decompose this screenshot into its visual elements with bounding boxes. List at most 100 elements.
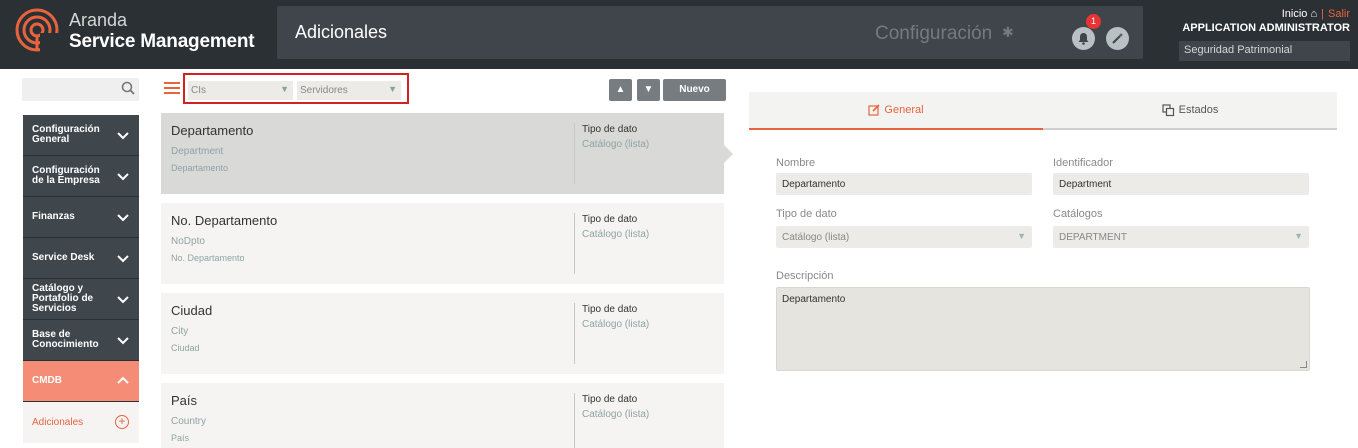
ci-category-value: Servidores [300,85,348,96]
card-name: Ciudad [171,303,213,318]
sidebar-item-service-desk[interactable]: Service Desk [23,238,139,279]
brand-product: Service Management [69,31,255,52]
sidebar-item-finanzas[interactable]: Finanzas [23,197,139,238]
user-box: Inicio ⌂ | Salir APPLICATION ADMINISTRATOR [1182,8,1350,34]
tipo-dato-value: Catálogo (lista) [782,232,850,243]
sidebar-item-cmdb[interactable]: CMDB [23,361,139,402]
card-name: Departamento [171,123,254,138]
sidebar-item-label: Finanzas [32,211,75,222]
add-circle-icon[interactable]: + [115,415,129,429]
hamburger-menu-icon[interactable] [164,82,180,94]
sidebar-item-label: CMDB [32,375,62,386]
dropdown-arrow-icon: ▼ [280,84,289,94]
field-card[interactable]: No. Departamento NoDpto No. Departamento… [161,203,724,284]
arrow-down-icon: ▼ [643,84,654,95]
tab-estados-label: Estados [1178,104,1219,116]
brand-name: Aranda [69,10,128,30]
notifications-button[interactable] [1072,27,1095,50]
move-up-button[interactable]: ▲ [609,79,632,101]
card-description: Ciudad [171,343,200,353]
sidebar-subitem-adicionales[interactable]: Adicionales + [23,402,139,443]
move-down-button[interactable]: ▼ [637,79,660,101]
bell-icon [1078,33,1089,45]
card-divider [574,123,575,184]
catalogos-label: Catálogos [1053,208,1103,220]
sidebar-item-label: Configuración General [32,124,100,145]
card-type-value: Catálogo (lista) [582,409,650,420]
aranda-logo-icon [15,8,60,53]
filter-highlight-box: CIs ▼ Servidores ▼ [183,73,409,104]
card-type-value: Catálogo (lista) [582,319,650,330]
chevron-down-icon [117,214,129,222]
sidebar-subitem-label: Adicionales [32,417,84,428]
ci-type-value: CIs [191,85,206,96]
card-type-value: Catálogo (lista) [582,229,650,240]
chevron-down-icon [117,296,129,304]
sidebar-item-configuracion-empresa[interactable]: Configuración de la Empresa [23,156,139,197]
card-english-name: NoDpto [171,236,205,247]
tools-button[interactable] [1106,27,1129,50]
tipo-dato-select[interactable]: Catálogo (lista) ▼ [776,226,1032,248]
nombre-field[interactable]: Departamento [776,173,1032,195]
sidebar-item-label: Catálogo y Portafolio de Servicios [32,283,94,314]
field-card[interactable]: País Country País Tipo de dato Catálogo … [161,383,724,448]
new-button[interactable]: Nuevo [663,79,726,101]
card-divider [574,393,575,448]
card-type-label: Tipo de dato [582,214,638,225]
catalogos-value: DEPARTMENT [1059,232,1127,243]
search-icon[interactable] [121,81,135,95]
card-type-label: Tipo de dato [582,394,638,405]
card-english-name: Country [171,416,207,427]
card-name: No. Departamento [171,213,278,228]
card-divider [574,303,575,364]
catalogos-select[interactable]: DEPARTMENT ▼ [1053,226,1309,248]
identificador-label: Identificador [1053,157,1113,169]
sidebar-item-catalogo[interactable]: Catálogo y Portafolio de Servicios [23,279,139,320]
copy-icon [1162,103,1174,116]
sidebar-item-configuracion-general[interactable]: Configuración General [23,115,139,156]
sidebar-menu: Configuración General Configuración de l… [23,115,139,443]
card-description: Departamento [171,163,229,173]
chevron-down-icon [117,337,129,345]
ci-type-select[interactable]: CIs ▼ [188,81,293,100]
logout-link[interactable]: Salir [1328,8,1350,20]
resize-handle-icon[interactable] [1300,361,1307,368]
notification-badge: 1 [1086,14,1101,29]
field-card[interactable]: Ciudad City Ciudad Tipo de dato Catálogo… [161,293,724,374]
selection-pointer [724,145,733,163]
card-description: No. Departamento [171,253,245,263]
user-name: APPLICATION ADMINISTRATOR [1182,22,1350,34]
home-icon[interactable]: ⌂ [1310,8,1317,20]
card-description: País [171,433,190,443]
title-bar: Adicionales Configuración ✱ 1 [277,6,1143,59]
card-name: País [171,393,198,408]
sidebar-item-label: Service Desk [32,252,95,263]
detail-tabs: General Estados [749,92,1337,130]
field-card[interactable]: Departamento Department Departamento Tip… [161,113,724,194]
magic-wand-icon [1112,33,1123,44]
sidebar-item-base-conocimiento[interactable]: Base de Conocimiento [23,320,139,361]
edit-icon [868,104,880,116]
tab-estados[interactable]: Estados [1043,92,1337,130]
dropdown-arrow-icon: ▼ [1294,231,1303,241]
identificador-field[interactable]: Department [1053,173,1309,195]
home-link[interactable]: Inicio [1282,8,1308,20]
tab-general[interactable]: General [749,92,1043,130]
chevron-down-icon [117,132,129,140]
configuration-link[interactable]: Configuración [875,23,992,45]
card-english-name: City [171,326,189,337]
gear-icon[interactable]: ✱ [1002,24,1014,41]
chevron-down-icon [117,173,129,181]
ci-category-select[interactable]: Servidores ▼ [297,81,401,100]
page-title: Adicionales [295,22,388,42]
dropdown-arrow-icon: ▼ [388,84,397,94]
descripcion-textarea[interactable]: Departamento [776,287,1310,371]
card-divider [574,213,575,274]
descripcion-value: Departamento [782,294,846,305]
sidebar-item-label: Base de Conocimiento [32,329,99,350]
menu-search-input[interactable] [22,78,139,101]
tipo-dato-label: Tipo de dato [776,208,837,220]
tenant-selector[interactable]: Seguridad Patrimonial [1179,41,1350,61]
arrow-up-icon: ▲ [615,84,626,95]
top-bar: Aranda Service Management Adicionales Co… [0,0,1358,69]
